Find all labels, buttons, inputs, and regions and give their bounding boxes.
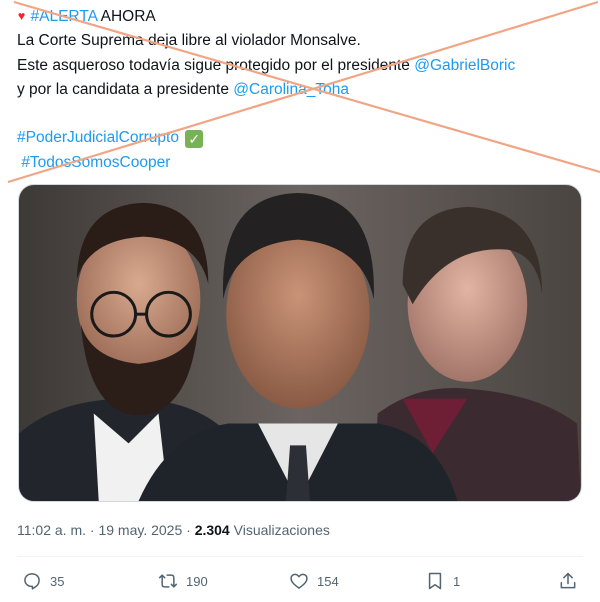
- tweet-meta: 11:02 a. m. · 19 may. 2025 · 2.304 Visua…: [17, 522, 330, 538]
- tweet-line-1: La Corte Suprema deja libre al violador …: [17, 32, 361, 50]
- views-count: 2.304: [194, 522, 230, 538]
- check-icon: ✓: [185, 130, 204, 149]
- tweet-text: ♥ #ALERTA AHORA La Corte Suprema deja li…: [17, 5, 587, 175]
- views-label: Visualizaciones: [229, 522, 330, 538]
- hashtag-todossomoscooper[interactable]: #TodosSomosCooper: [21, 154, 170, 171]
- divider: [17, 556, 583, 557]
- reply-count: 35: [50, 573, 65, 589]
- heart-icon: ♥: [17, 9, 26, 24]
- share-button[interactable]: [558, 569, 578, 593]
- share-icon: [560, 572, 576, 589]
- tweet-line-3: y por la candidata a presidente: [17, 80, 234, 98]
- mention-gabrielboric[interactable]: @GabrielBoric: [414, 57, 515, 74]
- action-bar: 35 190 154 1: [0, 565, 600, 597]
- retweet-button[interactable]: 190: [158, 569, 208, 593]
- tweet-timestamp[interactable]: 11:02 a. m. · 19 may. 2025 ·: [17, 522, 195, 538]
- bookmark-count: 1: [453, 573, 461, 589]
- bookmark-button[interactable]: 1: [425, 569, 460, 593]
- alert-word: AHORA: [100, 8, 156, 25]
- mention-carolina-toha[interactable]: @Carolina_Toha: [233, 81, 349, 98]
- reply-icon: [24, 573, 40, 590]
- bookmark-icon: [428, 572, 442, 590]
- hashtag-alerta[interactable]: #ALERTA: [31, 8, 98, 25]
- tweet-line-2: Este asqueroso todavía sigue protegido p…: [17, 56, 415, 74]
- tweet: ♥ #ALERTA AHORA La Corte Suprema deja li…: [0, 0, 600, 602]
- retweet-icon: [158, 574, 178, 588]
- like-button[interactable]: 154: [289, 569, 339, 593]
- tweet-photo[interactable]: [18, 184, 582, 502]
- like-count: 154: [317, 573, 339, 589]
- hashtag-poderjudicialcorrupto[interactable]: #PoderJudicialCorrupto: [17, 129, 179, 146]
- like-icon: [290, 573, 308, 589]
- retweet-count: 190: [186, 573, 208, 589]
- reply-button[interactable]: 35: [22, 569, 64, 593]
